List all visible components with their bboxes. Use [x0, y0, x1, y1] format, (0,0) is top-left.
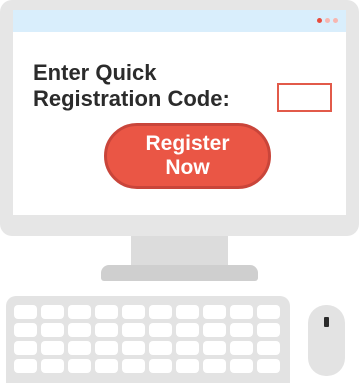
keyboard-key: [68, 359, 91, 373]
keyboard-key: [14, 341, 37, 355]
window-titlebar: [13, 10, 346, 32]
keyboard-key: [203, 323, 226, 337]
keyboard-key: [176, 323, 199, 337]
keyboard-key: [41, 323, 64, 337]
register-now-label-2: Now: [165, 156, 210, 179]
keyboard-key: [41, 305, 64, 319]
keyboard-key: [257, 305, 280, 319]
keyboard-key: [41, 341, 64, 355]
monitor-stand-base: [101, 265, 258, 281]
monitor-stand-neck: [131, 236, 228, 266]
window-dot-3: [333, 18, 338, 23]
keyboard-key: [176, 341, 199, 355]
keyboard-keys: [14, 305, 280, 373]
keyboard-key: [203, 305, 226, 319]
keyboard-key: [68, 323, 91, 337]
code-prompt-label: Enter Quick Registration Code:: [33, 60, 263, 112]
keyboard-key: [149, 341, 172, 355]
window-controls: [317, 18, 338, 23]
code-prompt-line-1: Enter Quick: [33, 60, 157, 85]
registration-code-input[interactable]: [277, 83, 332, 112]
keyboard-key: [230, 359, 253, 373]
keyboard-key: [14, 305, 37, 319]
keyboard-key: [95, 341, 118, 355]
register-now-button[interactable]: Register Now: [104, 123, 271, 189]
keyboard-key: [149, 359, 172, 373]
keyboard-key: [230, 341, 253, 355]
keyboard-key: [203, 341, 226, 355]
keyboard-key: [14, 359, 37, 373]
keyboard-key: [149, 305, 172, 319]
window-dot-1: [317, 18, 322, 23]
keyboard-icon: [6, 296, 290, 383]
keyboard-key: [122, 359, 145, 373]
keyboard-key: [257, 323, 280, 337]
keyboard-key: [149, 323, 172, 337]
keyboard-key: [68, 341, 91, 355]
mouse-icon: [308, 305, 345, 376]
keyboard-key: [95, 305, 118, 319]
window-dot-2: [325, 18, 330, 23]
keyboard-key: [230, 305, 253, 319]
keyboard-key: [95, 323, 118, 337]
mouse-wheel: [324, 317, 329, 327]
keyboard-key: [176, 305, 199, 319]
keyboard-key: [257, 359, 280, 373]
keyboard-key: [122, 341, 145, 355]
register-now-label-1: Register: [145, 132, 230, 155]
keyboard-key: [122, 305, 145, 319]
keyboard-key: [122, 323, 145, 337]
keyboard-key: [203, 359, 226, 373]
code-prompt-line-2: Registration Code:: [33, 86, 230, 111]
keyboard-key: [230, 323, 253, 337]
keyboard-key: [41, 359, 64, 373]
keyboard-key: [95, 359, 118, 373]
screen: Enter Quick Registration Code: Register …: [13, 10, 346, 215]
keyboard-key: [176, 359, 199, 373]
keyboard-key: [257, 341, 280, 355]
monitor-icon: Enter Quick Registration Code: Register …: [0, 0, 359, 236]
keyboard-key: [14, 323, 37, 337]
keyboard-key: [68, 305, 91, 319]
